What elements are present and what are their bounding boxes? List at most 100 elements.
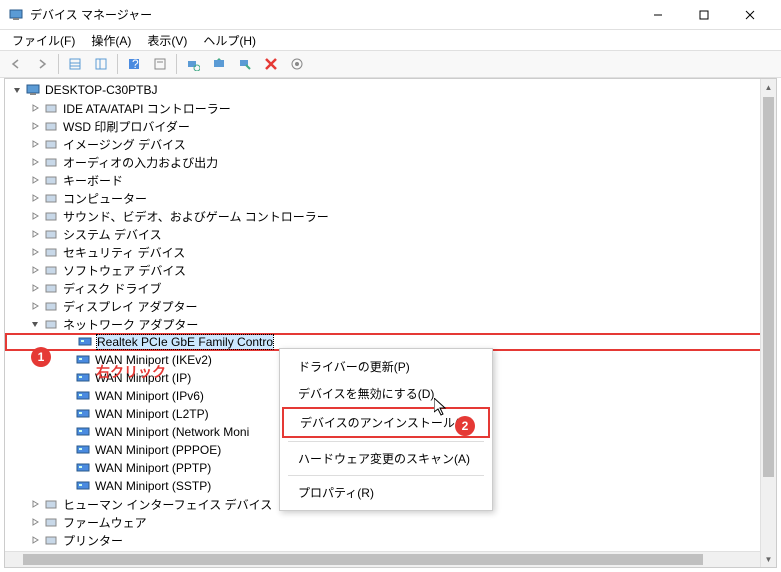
expander-icon[interactable] xyxy=(27,193,43,203)
tree-category[interactable]: ソフトウェア デバイス xyxy=(5,261,776,279)
tree-item-label: システム デバイス xyxy=(63,226,162,243)
toolbar-separator xyxy=(117,54,118,74)
uninstall-device-button[interactable] xyxy=(259,52,283,76)
tree-category[interactable]: IDE ATA/ATAPI コントローラー xyxy=(5,99,776,117)
context-update-driver[interactable]: ドライバーの更新(P) xyxy=(282,353,490,380)
device-icon xyxy=(75,370,91,386)
expander-icon[interactable] xyxy=(27,175,43,185)
tree-category[interactable]: セキュリティ デバイス xyxy=(5,243,776,261)
context-separator xyxy=(288,475,484,476)
device-icon xyxy=(43,154,59,170)
tree-item-label: イメージング デバイス xyxy=(63,136,186,153)
expander-icon[interactable] xyxy=(27,319,43,329)
scroll-down-arrow[interactable]: ▼ xyxy=(761,551,776,567)
menu-help[interactable]: ヘルプ(H) xyxy=(195,30,264,51)
device-icon xyxy=(75,424,91,440)
tree-category[interactable]: サウンド、ビデオ、およびゲーム コントローラー xyxy=(5,207,776,225)
expander-icon[interactable] xyxy=(27,301,43,311)
scroll-up-arrow[interactable]: ▲ xyxy=(761,79,776,95)
device-icon xyxy=(75,478,91,494)
tree-item-label: DESKTOP-C30PTBJ xyxy=(45,83,157,97)
tree-item-label: WAN Miniport (Network Moni xyxy=(95,425,249,439)
horizontal-scrollbar[interactable] xyxy=(5,551,760,567)
menu-view[interactable]: 表示(V) xyxy=(139,30,195,51)
tree-category[interactable]: プリンター xyxy=(5,531,776,549)
device-icon xyxy=(43,262,59,278)
expander-icon[interactable] xyxy=(27,157,43,167)
device-icon xyxy=(75,460,91,476)
tree-category[interactable]: ディスク ドライブ xyxy=(5,279,776,297)
back-button[interactable] xyxy=(4,52,28,76)
view-detail-button[interactable] xyxy=(89,52,113,76)
context-separator xyxy=(288,441,484,442)
tree-category[interactable]: イメージング デバイス xyxy=(5,135,776,153)
menu-file[interactable]: ファイル(F) xyxy=(4,30,83,51)
tree-item-label: キーボード xyxy=(63,172,123,189)
forward-button[interactable] xyxy=(30,52,54,76)
context-properties[interactable]: プロパティ(R) xyxy=(282,479,490,506)
context-disable-device[interactable]: デバイスを無効にする(D) xyxy=(282,380,490,407)
scan-hardware-button[interactable] xyxy=(181,52,205,76)
tree-item-label: IDE ATA/ATAPI コントローラー xyxy=(63,100,231,117)
scroll-thumb-h[interactable] xyxy=(23,554,703,565)
tree-item-label: ソフトウェア デバイス xyxy=(63,262,186,279)
expander-icon[interactable] xyxy=(27,103,43,113)
expander-icon[interactable] xyxy=(27,139,43,149)
disable-device-button[interactable] xyxy=(233,52,257,76)
maximize-button[interactable] xyxy=(681,0,727,30)
device-icon xyxy=(43,514,59,530)
expander-icon[interactable] xyxy=(27,499,43,509)
expander-icon[interactable] xyxy=(27,247,43,257)
tree-category[interactable]: ファームウェア xyxy=(5,513,776,531)
close-button[interactable] xyxy=(727,0,773,30)
annotation-badge-1: 1 xyxy=(31,347,51,367)
menu-action[interactable]: 操作(A) xyxy=(83,30,139,51)
svg-text:?: ? xyxy=(132,57,139,71)
expander-icon[interactable] xyxy=(27,535,43,545)
update-driver-button[interactable] xyxy=(207,52,231,76)
device-icon xyxy=(75,352,91,368)
tree-item-label: ディスク ドライブ xyxy=(63,280,162,297)
device-icon xyxy=(43,208,59,224)
toolbar-separator xyxy=(58,54,59,74)
context-scan-hardware[interactable]: ハードウェア変更のスキャン(A) xyxy=(282,445,490,472)
properties-button[interactable] xyxy=(148,52,172,76)
device-icon xyxy=(43,172,59,188)
tree-category[interactable]: キーボード xyxy=(5,171,776,189)
tree-item-label: Realtek PCIe GbE Family Contro xyxy=(97,335,273,349)
tree-category[interactable]: オーディオの入力および出力 xyxy=(5,153,776,171)
device-icon xyxy=(43,532,59,548)
tree-category[interactable]: ネットワーク アダプター xyxy=(5,315,776,333)
expander-icon[interactable] xyxy=(27,121,43,131)
tree-item-label: コンピューター xyxy=(63,190,147,207)
device-icon xyxy=(43,136,59,152)
tree-item-label: WAN Miniport (PPTP) xyxy=(95,461,211,475)
tree-item-label: WAN Miniport (L2TP) xyxy=(95,407,209,421)
add-legacy-button[interactable] xyxy=(285,52,309,76)
tree-category[interactable]: ディスプレイ アダプター xyxy=(5,297,776,315)
help-button[interactable]: ? xyxy=(122,52,146,76)
tree-category[interactable]: システム デバイス xyxy=(5,225,776,243)
expander-icon[interactable] xyxy=(27,517,43,527)
tree-item-label: WAN Miniport (PPPOE) xyxy=(95,443,221,457)
tree-category[interactable]: WSD 印刷プロバイダー xyxy=(5,117,776,135)
annotation-badge-2: 2 xyxy=(455,416,475,436)
expander-icon[interactable] xyxy=(27,283,43,293)
tree-category[interactable]: コンピューター xyxy=(5,189,776,207)
vertical-scrollbar[interactable]: ▲ ▼ xyxy=(760,79,776,567)
expander-icon[interactable] xyxy=(27,265,43,275)
expander-icon[interactable] xyxy=(27,229,43,239)
window-title: デバイス マネージャー xyxy=(30,6,635,23)
tree-item-label: オーディオの入力および出力 xyxy=(63,154,218,171)
device-icon xyxy=(75,388,91,404)
tree-root[interactable]: DESKTOP-C30PTBJ xyxy=(5,81,776,99)
device-icon xyxy=(43,226,59,242)
device-icon xyxy=(43,280,59,296)
minimize-button[interactable] xyxy=(635,0,681,30)
expander-icon[interactable] xyxy=(27,211,43,221)
expander-icon[interactable] xyxy=(9,85,25,95)
scroll-thumb-v[interactable] xyxy=(763,97,774,477)
view-list-button[interactable] xyxy=(63,52,87,76)
tree-item-label: プリンター xyxy=(63,532,123,549)
title-bar: デバイス マネージャー xyxy=(0,0,781,30)
